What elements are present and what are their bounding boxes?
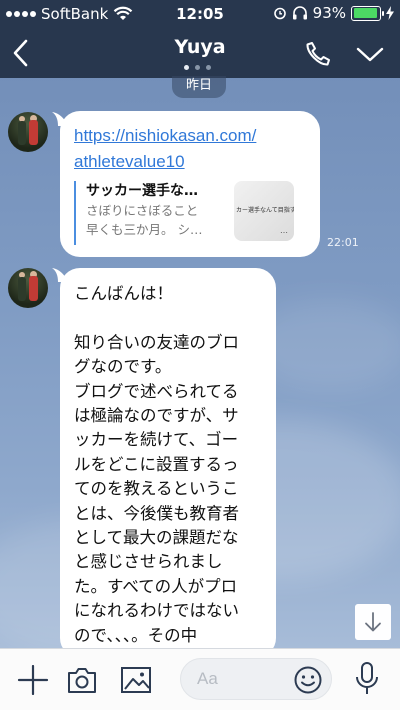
emoji-button[interactable] [293,665,323,695]
battery-level-fill [353,8,377,18]
call-button[interactable] [304,40,332,68]
camera-icon [68,668,96,693]
chevron-down-icon [356,47,384,62]
menu-button[interactable] [356,44,384,64]
message-bubble-link[interactable]: https://nishiokasan.com/ athletevalue10 … [60,111,320,257]
microphone-button[interactable] [352,661,382,697]
image-icon [121,667,151,693]
headphones-icon [292,6,307,20]
date-separator: 昨日 [172,76,226,98]
page-dot [184,65,189,70]
composer-toolbar [0,648,400,710]
preview-description-line-2: 早くも三か月。 シ… [86,222,203,237]
charging-icon [386,6,394,20]
link-line-2: athletevalue10 [74,152,185,171]
link-line-1: https://nishiokasan.com/ [74,126,257,145]
plus-icon [17,665,49,695]
phone-icon [306,42,330,66]
message-text: こんばんは！ 知り合いの友達のブロ グなのです。 ブログで述べられてる は極論な… [74,284,239,658]
avatar[interactable] [8,112,48,152]
chat-header: Yuya [0,28,400,78]
battery-icon [351,5,384,21]
preview-thumbnail: カー選手なんて目指す … [234,181,294,241]
avatar[interactable] [8,268,48,308]
microphone-icon [356,662,378,694]
chat-title[interactable]: Yuya [0,36,400,58]
image-button[interactable] [120,665,152,695]
page-dot [195,65,200,70]
scroll-to-bottom-button[interactable] [355,604,391,640]
message-link[interactable]: https://nishiokasan.com/ athletevalue10 [74,123,306,175]
alarm-icon [273,7,286,20]
message-timestamp: 22:01 [327,236,359,249]
smiley-icon [294,666,322,694]
page-indicator [184,65,211,70]
thumbnail-text: カー選手なんて目指す [236,207,294,214]
add-button[interactable] [17,665,49,695]
battery-percent: 93% [312,4,346,22]
status-bar: SoftBank 12:05 93% [0,0,400,28]
preview-description-line-1: さぼりにさぼること [86,203,199,218]
page-dot [206,65,211,70]
message-bubble-text[interactable]: こんばんは！ 知り合いの友達のブロ グなのです。 ブログで述べられてる は極論な… [60,268,276,658]
status-right: 93% [273,4,394,22]
message-input-field[interactable] [180,658,332,700]
link-preview-card[interactable]: サッカー選手な… さぼりにさぼること 早くも三か月。 シ… カー選手なんて目指す… [74,181,306,245]
thumbnail-dots: … [280,226,288,235]
camera-button[interactable] [66,665,98,695]
message-input[interactable] [197,667,293,691]
